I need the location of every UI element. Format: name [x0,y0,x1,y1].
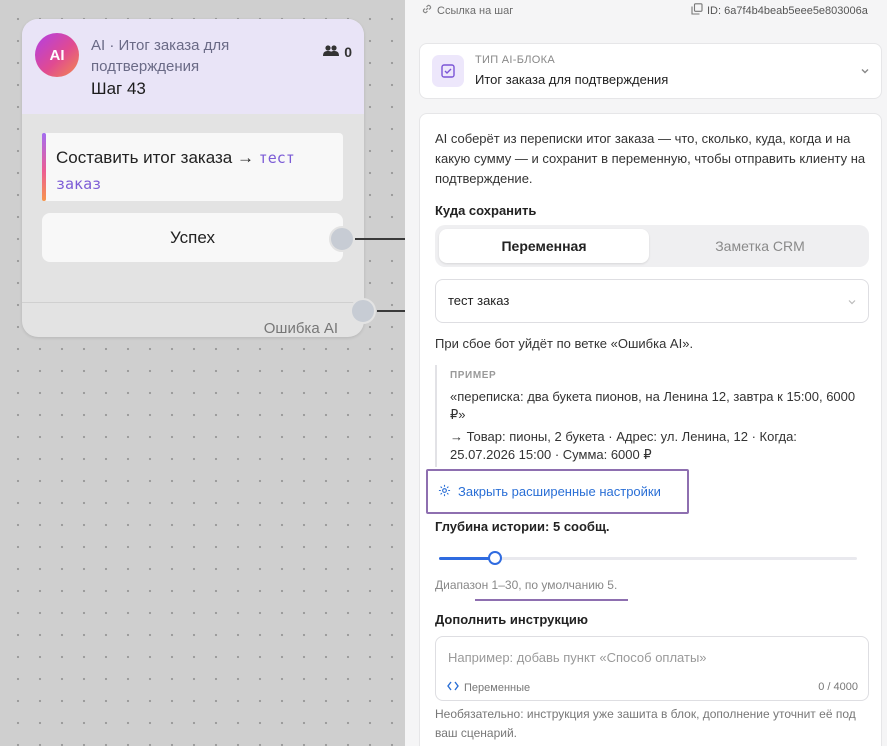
copy-icon [691,3,703,18]
success-output-port[interactable] [329,226,355,252]
example-output: → Товар: пионы, 2 букета · Адрес: ул. Ле… [450,429,797,462]
block-description: AI соберёт из переписки итог заказа — чт… [435,131,866,186]
node-divider [22,302,364,303]
panel-top-bar: Ссылка на шаг ID: 6a7f4b4beab5eee5e80300… [405,0,887,22]
ai-avatar: AI [35,33,79,77]
step-link-label: Ссылка на шаг [437,4,514,17]
chevron-down-icon [859,64,871,82]
code-brackets-icon [447,681,459,694]
link-icon [421,3,433,18]
instruction-char-counter: 0 / 4000 [818,681,858,693]
prompt-prefix: Составить итог заказа → [56,148,259,167]
node-header: AI AI · Итог заказа для подтверждения Ша… [22,19,364,114]
tab-variable[interactable]: Переменная [439,229,649,263]
node-body: Составить итог заказа → тест заказ Успех… [22,114,376,337]
history-range-note: Диапазон 1–30, по умолчанию 5. [435,578,618,592]
error-output-port[interactable] [350,298,376,324]
success-connection-line [355,238,405,240]
error-branch-label: Ошибка AI [263,320,338,337]
slider-thumb[interactable] [488,551,502,565]
insert-variables-label: Переменные [464,681,531,694]
variable-select[interactable]: тест заказ [435,279,869,323]
prompt-text: Составить итог заказа → тест заказ [56,145,336,197]
tab-crm-note[interactable]: Заметка CRM [655,229,865,263]
variable-select-value: тест заказ [448,293,510,308]
step-id-value: ID: 6a7f4b4beab5eee5e803006a [707,4,868,17]
insert-variables-button[interactable]: Переменные [447,681,530,694]
users-icon [323,44,340,60]
example-input: «переписка: два букета пионов, на Ленина… [450,389,856,422]
users-count: 0 [344,44,352,60]
instruction-textarea[interactable]: Например: добавь пункт «Способ оплаты» П… [435,636,869,701]
node-title: Шаг 43 [91,79,146,98]
node-users-counter: 0 [323,44,352,60]
block-type-value: Итог заказа для подтверждения [475,72,669,87]
save-target-switch: Переменная Заметка CRM [435,225,869,267]
history-depth-label: Глубина истории: 5 сообщ. [435,519,610,534]
save-target-heading: Куда сохранить [435,203,537,218]
node-subtitle: AI · Итог заказа для подтверждения [91,37,230,75]
block-type-label: ТИП AI-БЛОКА [475,54,555,66]
error-connection-line [377,310,405,312]
success-branch-button[interactable]: Успех [42,213,343,262]
example-block: ПРИМЕР «переписка: два букета пионов, на… [435,365,869,467]
instruction-placeholder: Например: добавь пункт «Способ оплаты» [448,650,707,665]
checklist-icon [432,55,464,87]
example-label: ПРИМЕР [450,370,497,381]
copy-step-id[interactable]: ID: 6a7f4b4beab5eee5e803006a [691,3,868,18]
prompt-card[interactable]: Составить итог заказа → тест заказ [42,133,343,201]
toggle-advanced-settings-button[interactable]: Закрыть расширенные настройки [426,469,689,514]
prompt-accent-bar [42,133,46,201]
step-settings-panel: Ссылка на шаг ID: 6a7f4b4beab5eee5e80300… [405,0,887,746]
slider-fill [439,557,495,560]
ai-block-type-select[interactable]: ТИП AI-БЛОКА Итог заказа для подтвержден… [419,43,882,99]
history-depth-slider[interactable] [439,548,857,568]
instruction-heading: Дополнить инструкцию [435,612,588,627]
instruction-help-text: Необязательно: инструкция уже зашита в б… [435,707,856,740]
ai-settings-card: AI соберёт из переписки итог заказа — чт… [419,113,882,746]
failure-branch-note: При сбое бот уйдёт по ветке «Ошибка AI». [435,336,694,351]
ai-step-node[interactable]: AI AI · Итог заказа для подтверждения Ша… [22,19,376,337]
step-link[interactable]: Ссылка на шаг [421,3,513,18]
chevron-down-icon [846,295,858,313]
highlight-underline [475,599,628,601]
gear-icon [438,484,451,500]
advanced-settings-label: Закрыть расширенные настройки [458,484,661,499]
